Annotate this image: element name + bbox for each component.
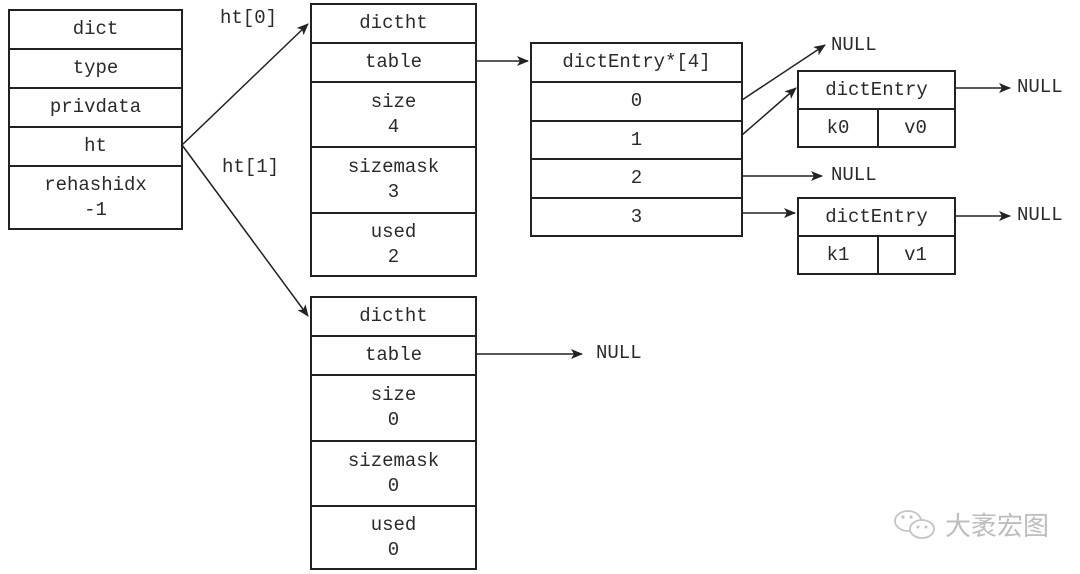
ht1-table: table: [312, 337, 475, 376]
bucket-3: 3: [630, 205, 643, 228]
ht1-size: size 0: [312, 376, 475, 442]
bucket2-null: NULL: [831, 164, 877, 186]
wechat-icon: [894, 509, 935, 539]
bucket-2: 2: [532, 160, 741, 199]
dictht-1: dictht table size 0 sizemask 0 used 0: [310, 296, 477, 570]
edge-label-ht0: ht[0]: [220, 7, 278, 29]
entry1-kv: k1 v1: [799, 237, 954, 273]
ht1-title: dictht: [312, 298, 475, 337]
ht0-sizemask: sizemask 3: [312, 148, 475, 214]
dict-entry-0: dictEntry k0 v0: [797, 70, 956, 148]
entry1-key: k1: [799, 237, 879, 273]
arrow-ht-to-ht0: [181, 23, 309, 146]
bucket-array-title: dictEntry*[4]: [532, 44, 741, 83]
dict-field-type: type: [10, 50, 181, 89]
ht1-used: used 0: [370, 513, 417, 561]
watermark: 大袤宏图: [893, 506, 1049, 543]
ht0-title: dictht: [312, 5, 475, 44]
entry0-key: k0: [799, 110, 879, 146]
edge-label-ht1: ht[1]: [222, 156, 280, 178]
ht0-table: table: [312, 44, 475, 83]
entry0-title: dictEntry: [799, 72, 954, 110]
ht1-table-null: NULL: [596, 342, 642, 364]
ht0-used: used 2: [370, 220, 417, 268]
entry0-value: v0: [904, 116, 927, 139]
entry1-title: dictEntry: [799, 199, 954, 237]
watermark-text: 大袤宏图: [945, 512, 1050, 542]
dict-struct: dict type privdata ht rehashidx -1: [8, 9, 183, 230]
dict-field-dict: dict: [10, 11, 181, 50]
dict-entry-1: dictEntry k1 v1: [797, 197, 956, 275]
entry0-next-null: NULL: [1017, 76, 1063, 98]
bucket-array: dictEntry*[4] 0 1 2 3: [530, 42, 743, 237]
dict-field-rehashidx: rehashidx -1: [44, 173, 147, 221]
dict-field-privdata: privdata: [10, 89, 181, 128]
entry1-value: v1: [904, 243, 927, 266]
bucket0-null: NULL: [831, 34, 877, 56]
bucket-1: 1: [532, 122, 741, 160]
dict-field-ht: ht: [10, 128, 181, 167]
ht1-sizemask: sizemask 0: [312, 442, 475, 507]
entry1-next-null: NULL: [1017, 204, 1063, 226]
dictht-0: dictht table size 4 sizemask 3 used 2: [310, 3, 477, 277]
ht0-size: size 4: [312, 83, 475, 148]
entry0-kv: k0 v0: [799, 110, 954, 146]
bucket-0: 0: [532, 83, 741, 122]
